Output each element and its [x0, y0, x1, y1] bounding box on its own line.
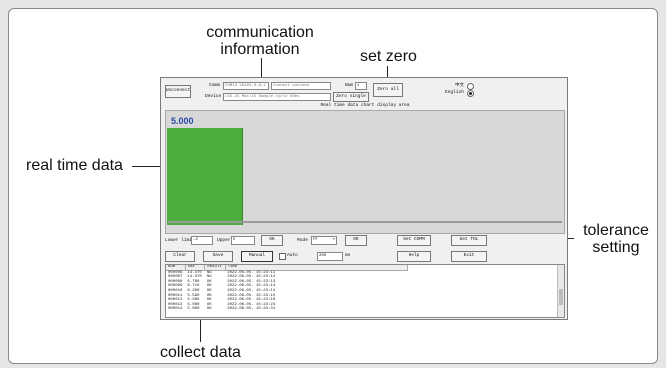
lang-english-label: English — [445, 90, 464, 95]
chart-title: Real time data chart display area — [320, 103, 410, 108]
manual-button[interactable]: Manual — [241, 251, 273, 262]
annotation-communication-info: communication information — [206, 24, 314, 58]
annotation-collect-data: collect data — [160, 344, 241, 361]
upper-limit-label: Upper — [217, 238, 231, 243]
comm-settings-field[interactable]: COM13 38400,8,N,1 — [223, 82, 269, 90]
log-cell: 5.000 — [187, 307, 200, 312]
limits-ok-button[interactable]: OK — [261, 235, 283, 246]
log-scrollbar-thumb[interactable] — [559, 289, 563, 305]
unconnect-button[interactable]: Unconnect — [165, 85, 191, 98]
lang-chinese-radio[interactable] — [467, 83, 474, 90]
chart-area: 5.000 — [165, 110, 565, 234]
log-scrollbar[interactable] — [557, 265, 564, 317]
lang-chinese-label: 中文 — [455, 83, 464, 88]
log-cell: OK — [206, 307, 212, 312]
mode-select[interactable]: FF ▾ — [311, 236, 337, 245]
device-info-field: LGS-15 Max:15 Sample cycle 50ms — [223, 93, 331, 101]
mode-ok-button[interactable]: OK — [345, 235, 367, 246]
exit-button[interactable]: Exit — [451, 251, 487, 262]
connection-status-field: Connect succeed — [271, 82, 331, 90]
comm-label: Comm — [209, 83, 220, 88]
chevron-down-icon: ▾ — [332, 238, 335, 242]
interval-unit: ms — [345, 253, 351, 258]
zero-single-button[interactable]: Zero single — [333, 92, 369, 102]
device-label: Device — [205, 94, 222, 99]
mode-label: Mode — [297, 238, 308, 243]
mode-value: FF — [313, 238, 318, 242]
top-caption-fragment — [296, 0, 436, 6]
table-row[interactable]: 000014 5.000 OK 2022-06-05. 15:23:31 — [166, 307, 408, 312]
realtime-value: 5.000 — [171, 116, 194, 126]
save-button[interactable]: Save — [203, 251, 233, 262]
log-cell: 000014 — [168, 307, 183, 312]
clear-button[interactable]: Clear — [165, 251, 195, 262]
auto-checkbox[interactable] — [279, 253, 286, 260]
auto-label: Auto — [287, 253, 298, 258]
lang-english-radio[interactable] — [467, 90, 474, 97]
upper-limit-input[interactable]: 5 — [231, 236, 255, 245]
leader-line-collect — [200, 320, 201, 342]
num-label: Num — [345, 83, 354, 88]
app-window: Unconnect Comm COM13 38400,8,N,1 Connect… — [160, 77, 568, 320]
collected-data-log[interactable]: Num Dat Result Time 000006 14.470 NG 2022-0… — [165, 264, 565, 318]
realtime-bar — [167, 128, 243, 225]
set-comm-button[interactable]: Set COMM — [397, 235, 431, 246]
annotation-real-time-data: real time data — [26, 157, 123, 174]
chart-baseline — [168, 221, 562, 223]
zero-all-button[interactable]: Zero all — [373, 83, 403, 97]
lower-limit-input[interactable]: -2 — [191, 236, 213, 245]
data-log-table: Num Dat Result Time 000006 14.470 NG 2022-0… — [166, 265, 409, 312]
annotation-set-zero: set zero — [360, 48, 417, 65]
help-button[interactable]: Help — [397, 251, 431, 262]
set-tolerance-button[interactable]: Set TOL — [451, 235, 487, 246]
annotation-tolerance-setting: tolerance setting — [583, 222, 649, 256]
num-input[interactable]: 1 — [355, 82, 367, 90]
log-cell: 2022-06-05. 15:23:31 — [227, 307, 276, 312]
interval-input[interactable]: 200 — [317, 252, 343, 261]
